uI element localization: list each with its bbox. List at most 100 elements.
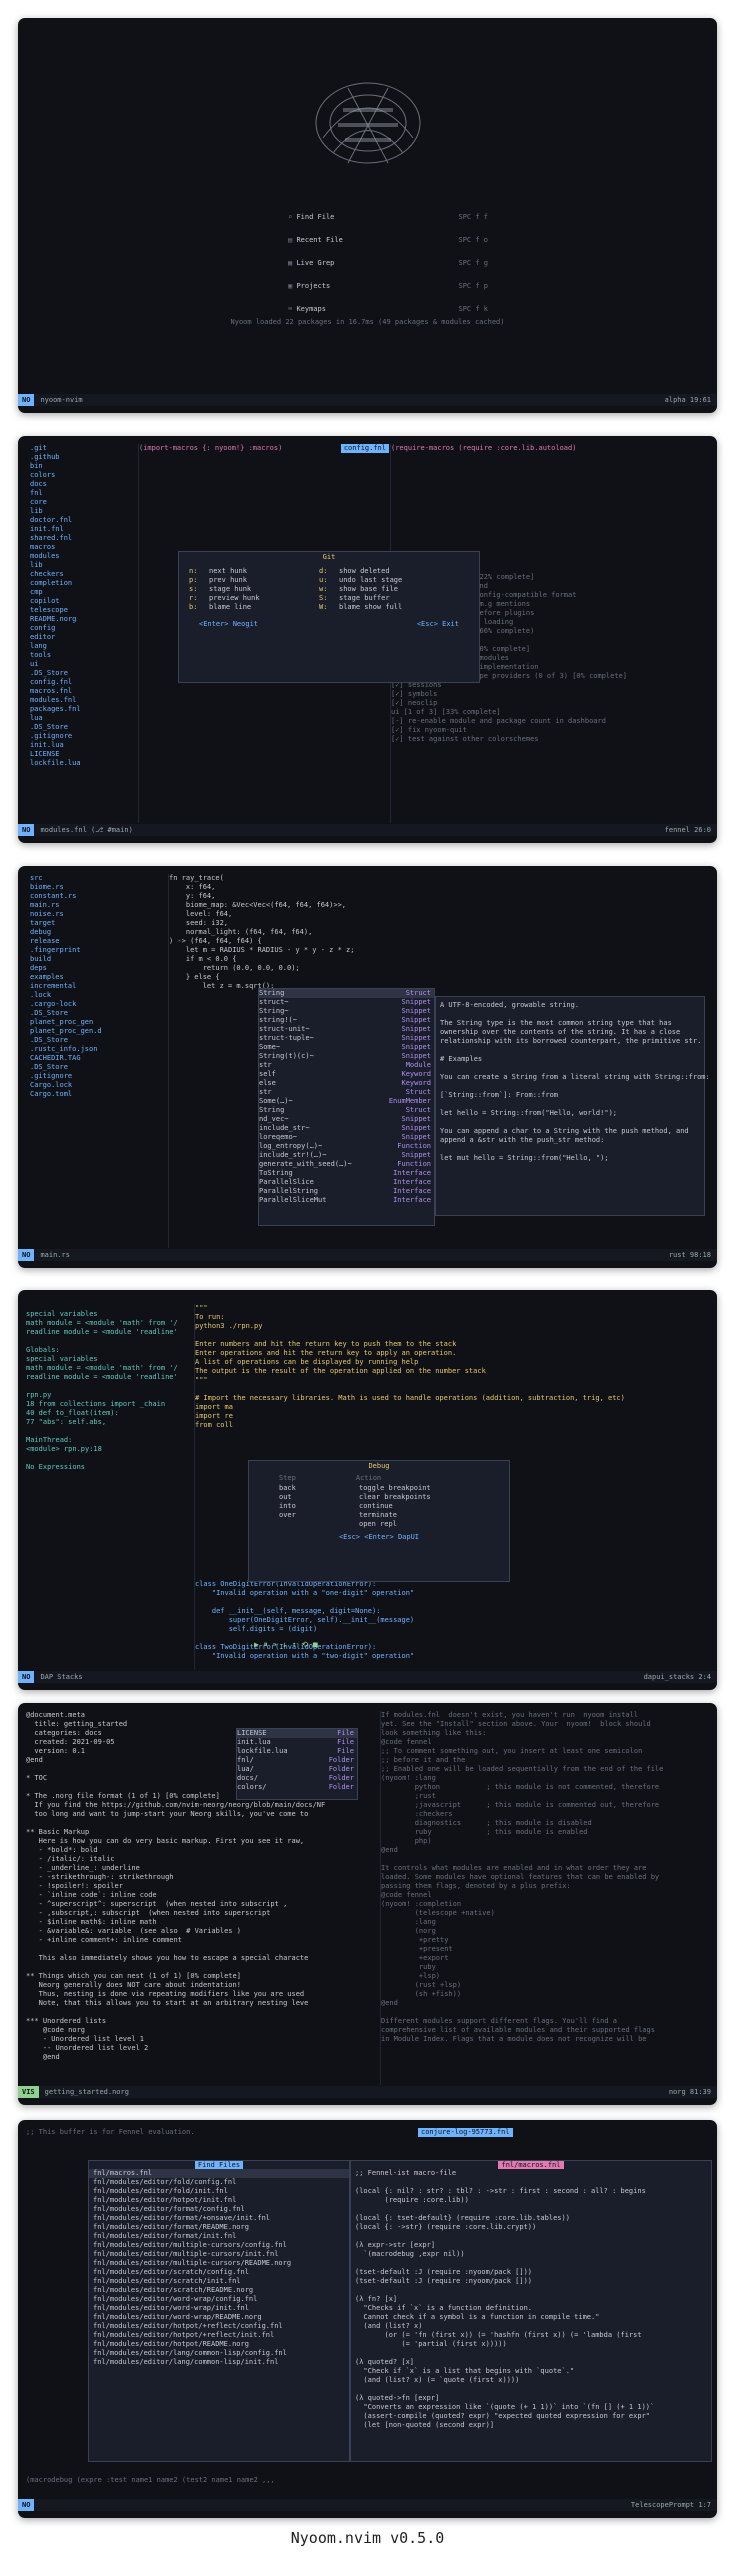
telescope-result-item[interactable]: fnl/modules/editor/lang/common-lisp/init… bbox=[89, 2358, 349, 2367]
scope-line[interactable] bbox=[26, 1337, 191, 1346]
tree-item[interactable]: .DS_Store bbox=[26, 723, 136, 732]
git-key-row[interactable]: b: blame line W: blame show full bbox=[189, 603, 469, 612]
completion-item[interactable]: self Keyword bbox=[259, 1070, 434, 1079]
tree-item[interactable]: lua bbox=[26, 714, 136, 723]
completion-item[interactable]: String Struct bbox=[259, 1106, 434, 1115]
completion-item[interactable]: include_str!(…)~ Snippet bbox=[259, 1151, 434, 1160]
git-key-row[interactable]: n: next hunk d: show deleted bbox=[189, 567, 469, 576]
scope-line[interactable]: 77 "abs": self.abs, bbox=[26, 1418, 191, 1427]
tree-item[interactable]: incremental bbox=[26, 982, 166, 991]
telescope-result-item[interactable]: fnl/modules/editor/multiple-cursors/conf… bbox=[89, 2241, 349, 2250]
telescope-result-item[interactable]: fnl/modules/editor/format/init.fnl bbox=[89, 2232, 349, 2241]
tree-item[interactable]: config bbox=[26, 624, 136, 633]
tree-item[interactable]: modules bbox=[26, 552, 136, 561]
tree-item[interactable]: cmp bbox=[26, 588, 136, 597]
completion-item[interactable]: generate_with_seed(…)~ Function bbox=[259, 1160, 434, 1169]
tree-item[interactable]: noise.rs bbox=[26, 910, 166, 919]
completion-item[interactable]: str Module bbox=[259, 1061, 434, 1070]
tree-item[interactable]: lib bbox=[26, 561, 136, 570]
telescope-result-item[interactable]: fnl/modules/editor/word-wrap/README.norg bbox=[89, 2313, 349, 2322]
scope-line[interactable] bbox=[26, 1427, 191, 1436]
tree-item[interactable]: .git bbox=[26, 444, 136, 453]
debug-key-row[interactable]: out clear breakpoints bbox=[279, 1493, 479, 1502]
scope-line[interactable]: <module> rpn.py:18 bbox=[26, 1445, 191, 1454]
telescope-result-item[interactable]: fnl/modules/editor/scratch/config.fnl bbox=[89, 2268, 349, 2277]
tree-item[interactable]: deps bbox=[26, 964, 166, 973]
scope-line[interactable]: Globals: bbox=[26, 1346, 191, 1355]
completion-item[interactable]: String Struct bbox=[259, 989, 434, 998]
tree-item[interactable]: lockfile.lua bbox=[26, 759, 136, 768]
scope-line[interactable]: special variables bbox=[26, 1355, 191, 1364]
tree-item[interactable]: src bbox=[26, 874, 166, 883]
tree-item[interactable]: doctor.fnl bbox=[26, 516, 136, 525]
completion-item[interactable]: log_entropy(…)~ Function bbox=[259, 1142, 434, 1151]
tree-item[interactable]: .DS_Store bbox=[26, 1063, 166, 1072]
dap-controls[interactable]: ▶ ⏸ ↷ ↓ ↑ ⟲ ■ bbox=[254, 1640, 318, 1650]
tree-item[interactable]: LICENSE bbox=[26, 750, 136, 759]
git-key-row[interactable]: p: prev hunk u: undo last stage bbox=[189, 576, 469, 585]
debug-key-row[interactable]: over terminate bbox=[279, 1511, 479, 1520]
tree-item[interactable]: editor bbox=[26, 633, 136, 642]
debug-key-row[interactable]: open repl bbox=[279, 1520, 479, 1529]
completion-item[interactable]: Some(…)~ EnumMember bbox=[259, 1097, 434, 1106]
telescope-result-item[interactable]: fnl/modules/editor/multiple-cursors/READ… bbox=[89, 2259, 349, 2268]
tree-item[interactable]: tools bbox=[26, 651, 136, 660]
tree-item[interactable]: release bbox=[26, 937, 166, 946]
telescope-result-item[interactable]: fnl/modules/editor/multiple-cursors/init… bbox=[89, 2250, 349, 2259]
completion-item[interactable]: ToString Interface bbox=[259, 1169, 434, 1178]
telescope-result-item[interactable]: fnl/modules/editor/lang/common-lisp/conf… bbox=[89, 2349, 349, 2358]
dashboard-item-projects[interactable]: ▣ Projects SPC f p bbox=[288, 282, 488, 305]
telescope-result-item[interactable]: fnl/modules/editor/format/README.norg bbox=[89, 2223, 349, 2232]
tab-config[interactable]: config.fnl bbox=[340, 444, 389, 453]
git-key-row[interactable]: r: preview hunk S: stage buffer bbox=[189, 594, 469, 603]
completion-item[interactable]: Some~ Snippet bbox=[259, 1043, 434, 1052]
tree-item[interactable]: .gitignore bbox=[26, 1072, 166, 1081]
scope-line[interactable]: rpn.py bbox=[26, 1391, 191, 1400]
telescope-result-item[interactable]: fnl/modules/editor/scratch/init.fnl bbox=[89, 2277, 349, 2286]
telescope-result-item[interactable]: fnl/modules/editor/hotpot/init.fnl bbox=[89, 2196, 349, 2205]
tree-item[interactable]: .gitignore bbox=[26, 732, 136, 741]
scope-line[interactable]: readline module = <module 'readline' bbox=[26, 1328, 191, 1337]
file-completion-item[interactable]: lua/Folder bbox=[237, 1765, 357, 1774]
completion-item[interactable]: str Struct bbox=[259, 1088, 434, 1097]
file-completion-item[interactable]: fnl/Folder bbox=[237, 1756, 357, 1765]
tree-item[interactable]: packages.fnl bbox=[26, 705, 136, 714]
tree-item[interactable]: fnl bbox=[26, 489, 136, 498]
tree-item[interactable]: CACHEDIR.TAG bbox=[26, 1054, 166, 1063]
file-completion-item[interactable]: LICENSE File bbox=[237, 1729, 357, 1738]
scope-line[interactable]: MainThread: bbox=[26, 1436, 191, 1445]
tree-item[interactable]: lib bbox=[26, 507, 136, 516]
tree-item[interactable]: docs bbox=[26, 480, 136, 489]
tree-item[interactable]: macros.fnl bbox=[26, 687, 136, 696]
dashboard-item-recent-file[interactable]: ▤ Recent File SPC f o bbox=[288, 236, 488, 259]
telescope-result-item[interactable]: fnl/modules/editor/fold/config.fnl bbox=[89, 2178, 349, 2187]
tree-item[interactable]: colors bbox=[26, 471, 136, 480]
tree-item[interactable]: Cargo.lock bbox=[26, 1081, 166, 1090]
tree-item[interactable]: lang bbox=[26, 642, 136, 651]
completion-item[interactable]: else Keyword bbox=[259, 1079, 434, 1088]
tree-item[interactable]: planet_proc_gen.d bbox=[26, 1027, 166, 1036]
telescope-result-item[interactable]: fnl/modules/editor/fold/init.fnl bbox=[89, 2187, 349, 2196]
debug-key-row[interactable]: back toggle breakpoint bbox=[279, 1484, 479, 1493]
completion-item[interactable]: String(t)(c)~ Snippet bbox=[259, 1052, 434, 1061]
telescope-result-item[interactable]: fnl/modules/editor/format/+onsave/init.f… bbox=[89, 2214, 349, 2223]
telescope-result-item[interactable]: fnl/modules/editor/hotpot/+reflect/init.… bbox=[89, 2331, 349, 2340]
completion-item[interactable]: String~ Snippet bbox=[259, 1007, 434, 1016]
scope-line[interactable]: No Expressions bbox=[26, 1463, 191, 1472]
scope-line[interactable]: math module = <module 'math' from '/ bbox=[26, 1319, 191, 1328]
dashboard-item-live-grep[interactable]: ▦ Live Grep SPC f g bbox=[288, 259, 488, 282]
tree-item[interactable]: completion bbox=[26, 579, 136, 588]
scope-line[interactable] bbox=[26, 1454, 191, 1463]
tree-item[interactable]: examples bbox=[26, 973, 166, 982]
tree-item[interactable]: biome.rs bbox=[26, 883, 166, 892]
telescope-result-item[interactable]: fnl/modules/editor/word-wrap/init.fnl bbox=[89, 2304, 349, 2313]
tree-item[interactable]: checkers bbox=[26, 570, 136, 579]
tree-item[interactable]: macros bbox=[26, 543, 136, 552]
tree-item[interactable]: target bbox=[26, 919, 166, 928]
file-completion-item[interactable]: colors/Folder bbox=[237, 1783, 357, 1792]
scope-line[interactable]: 18 from collections import _chain bbox=[26, 1400, 191, 1409]
git-key-row[interactable]: s: stage hunk w: show base file bbox=[189, 585, 469, 594]
tree-item[interactable]: README.norg bbox=[26, 615, 136, 624]
tree-item[interactable]: main.rs bbox=[26, 901, 166, 910]
scope-line[interactable] bbox=[26, 1382, 191, 1391]
